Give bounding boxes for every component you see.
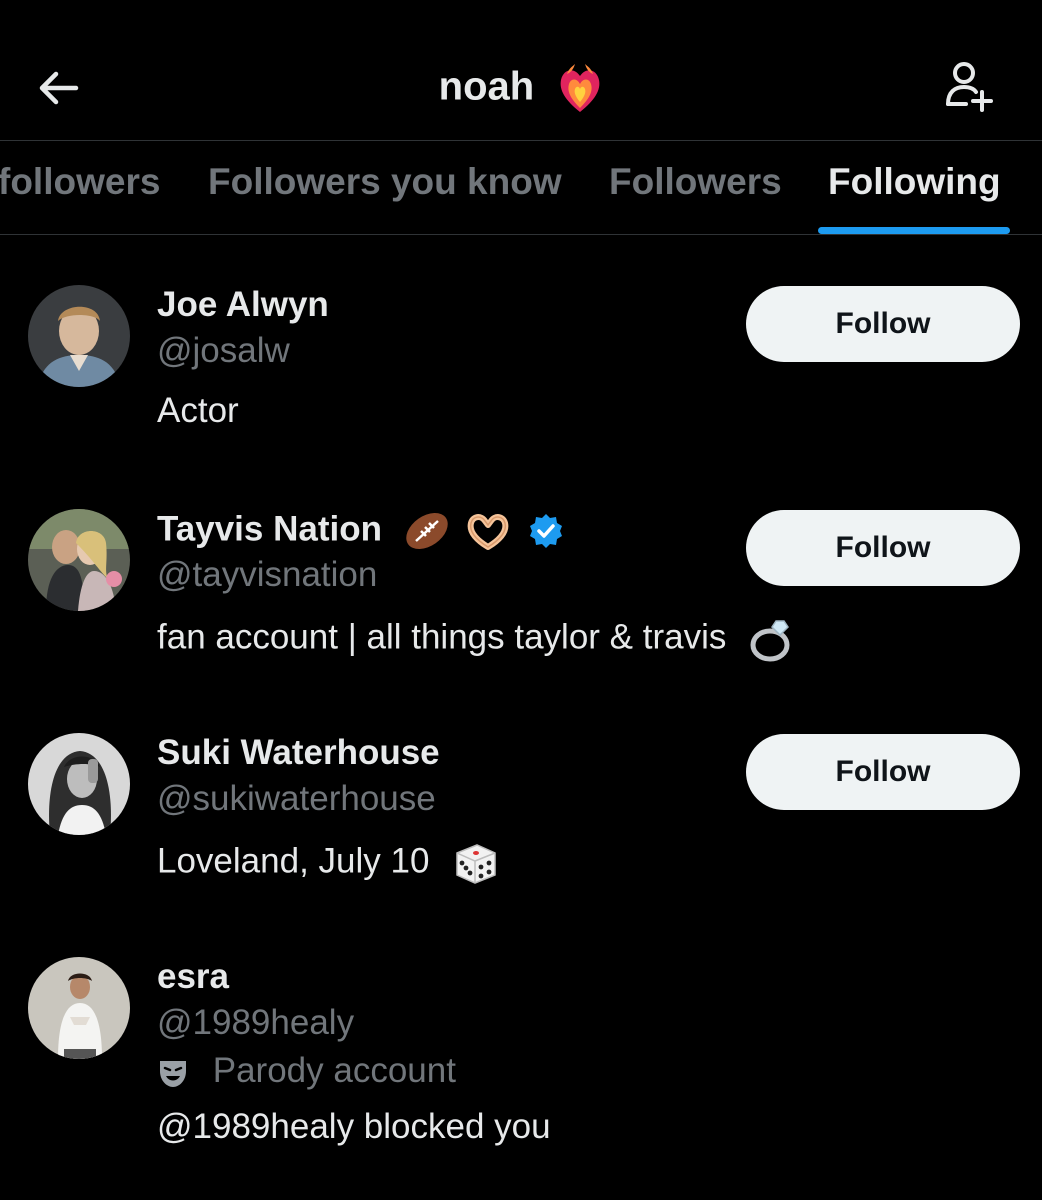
parody-label: Parody account (212, 1051, 456, 1090)
user-name[interactable]: Tayvis Nation (157, 509, 382, 548)
verified-badge-icon (530, 514, 563, 548)
follow-button[interactable]: Follow (746, 734, 1020, 810)
avatar[interactable] (28, 957, 130, 1059)
avatar[interactable] (28, 509, 130, 611)
parody-mask-icon (160, 1060, 186, 1087)
tabs-divider (0, 234, 1042, 235)
avatar[interactable] (28, 733, 130, 835)
avatar-image (28, 733, 130, 835)
user-handle: @sukiwaterhouse (157, 779, 436, 818)
user-name[interactable]: Joe Alwyn (157, 285, 329, 325)
tab-following[interactable]: Following (828, 161, 1001, 203)
page-title: noah (0, 64, 1042, 114)
add-user-icon[interactable] (944, 60, 996, 112)
heart-on-fire-icon (560, 64, 600, 112)
tab-bar: followers Followers you know Followers F… (0, 141, 1042, 234)
user-name[interactable]: Suki Waterhouse (157, 733, 440, 773)
user-bio: fan account | all things taylor & travis (157, 617, 727, 657)
user-bio: Loveland, July 10 (157, 841, 430, 881)
ring-icon (750, 620, 790, 662)
tab-followers-you-know[interactable]: Followers you know (208, 161, 562, 203)
follow-button[interactable]: Follow (746, 286, 1020, 362)
user-name[interactable]: esra (157, 957, 229, 997)
user-bio: Actor (157, 391, 239, 430)
top-bar: noah (0, 0, 1042, 140)
user-bio: @1989healy blocked you (157, 1107, 551, 1146)
avatar-image (28, 509, 130, 611)
dice-icon (456, 844, 496, 884)
avatar[interactable] (28, 285, 130, 387)
active-tab-indicator (818, 227, 1010, 234)
user-bio-row: fan account | all things taylor & travis (157, 615, 796, 663)
football-icon (406, 512, 448, 550)
tab-followers[interactable]: Followers (609, 161, 782, 203)
tab-verified-followers[interactable]: followers (0, 161, 160, 203)
page-title-text: noah (438, 64, 535, 109)
user-handle: @josalw (157, 331, 290, 370)
avatar-image (28, 957, 130, 1059)
user-bio-row: Loveland, July 10 (157, 839, 499, 887)
avatar-image (28, 285, 130, 387)
parody-label-row: Parody account (157, 1051, 456, 1091)
follow-button[interactable]: Follow (746, 510, 1020, 586)
user-name-row: Tayvis Nation (157, 509, 565, 553)
user-handle: @tayvisnation (157, 555, 378, 594)
heart-hands-icon (468, 514, 509, 550)
user-handle: @1989healy (157, 1003, 355, 1042)
